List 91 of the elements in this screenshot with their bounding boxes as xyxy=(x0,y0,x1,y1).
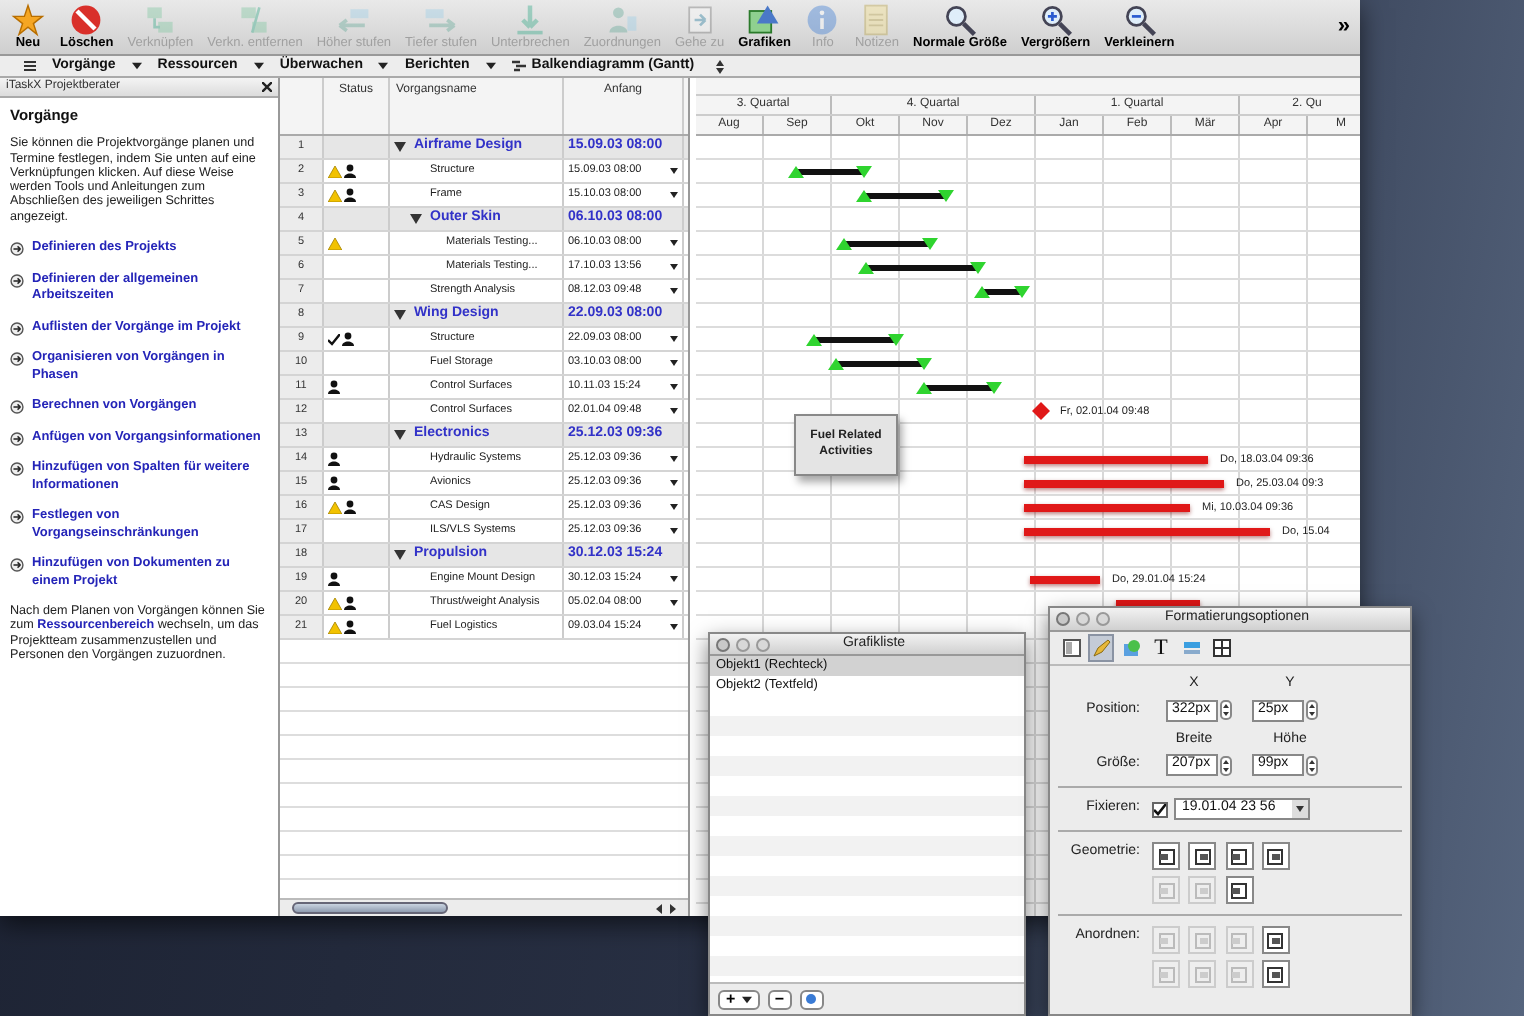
dropdown-icon[interactable] xyxy=(670,360,678,366)
expanded-triangle-icon[interactable] xyxy=(394,430,406,440)
task-bar[interactable] xyxy=(788,162,872,182)
list-icon xyxy=(24,60,36,72)
dropdown-icon[interactable] xyxy=(670,192,678,198)
task-bar[interactable] xyxy=(836,234,938,254)
dropdown-icon[interactable] xyxy=(1292,800,1308,818)
caret-icon xyxy=(253,62,264,70)
dropdown-icon[interactable] xyxy=(670,480,678,486)
arrow-circle-icon xyxy=(10,273,24,288)
caret-icon xyxy=(378,62,389,70)
info-icon xyxy=(806,994,817,1004)
expanded-triangle-icon[interactable] xyxy=(394,310,406,320)
expanded-triangle-icon[interactable] xyxy=(394,142,406,152)
dropdown-icon[interactable] xyxy=(670,408,678,414)
close-button[interactable] xyxy=(716,637,730,651)
tool-button[interactable] xyxy=(1225,842,1253,870)
dropdown-icon[interactable] xyxy=(670,336,678,342)
stepper-icon[interactable] xyxy=(1220,700,1232,720)
add-button[interactable]: + xyxy=(718,989,760,1009)
pencil-icon xyxy=(1091,638,1111,658)
unlink-icon xyxy=(236,1,273,37)
chart-icon xyxy=(511,60,526,72)
dropdown-icon[interactable] xyxy=(670,384,678,390)
dropdown-icon[interactable] xyxy=(670,240,678,246)
arrow-circle-icon xyxy=(10,242,24,257)
shapes-icon xyxy=(746,1,783,37)
info-button[interactable] xyxy=(799,989,824,1009)
dropdown-icon[interactable] xyxy=(670,576,678,582)
arrow-circle-icon xyxy=(10,352,24,367)
dropdown-icon[interactable] xyxy=(670,264,678,270)
task-bar[interactable] xyxy=(806,330,904,350)
tool-button[interactable] xyxy=(1261,960,1290,988)
tool-button[interactable] xyxy=(1261,842,1290,870)
expanded-triangle-icon[interactable] xyxy=(410,214,422,224)
arrow-circle-icon xyxy=(10,321,24,336)
format-tab[interactable]: T xyxy=(1148,634,1174,662)
tool-button[interactable] xyxy=(1188,842,1217,870)
arrow-circle-icon xyxy=(10,431,24,446)
person-icon xyxy=(604,1,641,37)
dropdown-icon[interactable] xyxy=(670,624,678,630)
format-tab[interactable] xyxy=(1208,634,1234,662)
zoom-in-icon xyxy=(1037,1,1074,37)
no-entry-icon xyxy=(68,1,105,37)
dropdown-icon[interactable] xyxy=(670,504,678,510)
bar-style-icon xyxy=(1181,638,1201,658)
image-icon xyxy=(1121,638,1141,658)
task-bar[interactable] xyxy=(858,258,986,278)
task-bar[interactable] xyxy=(828,354,932,374)
caret-icon xyxy=(741,995,752,1003)
tool-button[interactable] xyxy=(1152,842,1180,870)
arrow-circle-icon xyxy=(10,400,24,415)
task-bar[interactable] xyxy=(974,282,1030,302)
zoom-out-icon xyxy=(1121,1,1158,37)
close-icon[interactable] xyxy=(262,82,272,92)
expanded-triangle-icon[interactable] xyxy=(394,550,406,560)
arrow-circle-icon xyxy=(10,510,24,525)
arrow-circle-icon xyxy=(10,558,24,573)
overflow-button[interactable]: » xyxy=(1337,10,1354,44)
arrow-down-icon xyxy=(512,1,549,37)
dropdown-icon[interactable] xyxy=(670,600,678,606)
check-icon xyxy=(1154,803,1166,815)
close-button[interactable] xyxy=(1056,612,1070,626)
format-tab[interactable] xyxy=(1058,634,1084,662)
tool-button[interactable] xyxy=(1261,926,1290,954)
remove-button[interactable]: − xyxy=(767,989,792,1009)
text-tab-label: T xyxy=(1154,637,1168,659)
dropdown-icon[interactable] xyxy=(670,528,678,534)
stepper-icon[interactable] xyxy=(1220,755,1232,775)
task-bar[interactable] xyxy=(916,378,1002,398)
star-icon xyxy=(10,1,46,37)
task-bar[interactable] xyxy=(856,186,954,206)
arrow-circle-icon xyxy=(10,462,24,477)
link-icon xyxy=(142,1,179,37)
up-down-icon xyxy=(716,59,725,73)
scrollbar-thumb[interactable] xyxy=(292,902,448,914)
caret-icon xyxy=(131,62,142,70)
dropdown-icon[interactable] xyxy=(670,288,678,294)
scroll-arrows-icon[interactable] xyxy=(656,903,676,913)
dropdown-icon[interactable] xyxy=(670,456,678,462)
dropdown-icon[interactable] xyxy=(670,168,678,174)
magnifier-icon xyxy=(941,1,978,37)
info-icon xyxy=(804,1,841,37)
layout-icon xyxy=(1211,638,1231,658)
stepper-icon[interactable] xyxy=(1306,700,1318,720)
stepper-icon[interactable] xyxy=(1306,755,1318,775)
milestone-diamond[interactable] xyxy=(1032,402,1050,420)
fix-checkbox[interactable] xyxy=(1152,801,1168,817)
caret-icon xyxy=(485,62,496,70)
tool-button[interactable] xyxy=(1225,876,1253,904)
window-icon xyxy=(1061,638,1081,658)
